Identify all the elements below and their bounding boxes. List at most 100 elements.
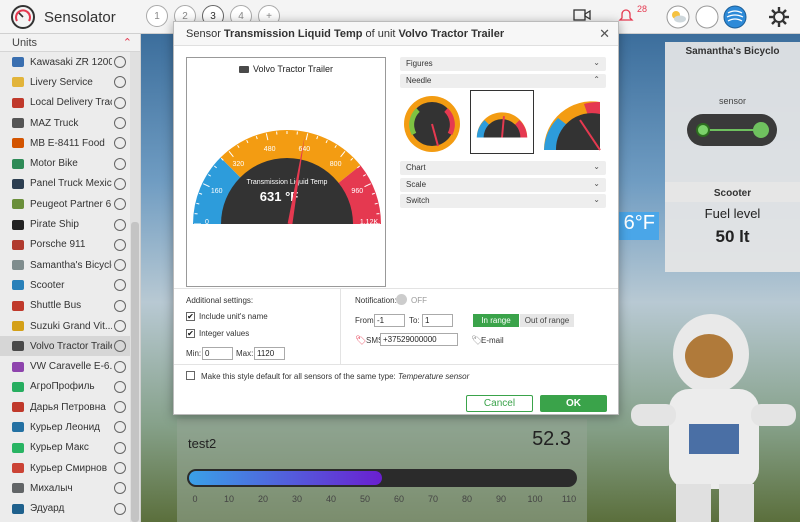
gauge-icon[interactable] — [114, 340, 126, 353]
unit-row[interactable]: Курьер Смирнов — [0, 458, 130, 478]
unit-name: Shuttle Bus — [30, 300, 82, 312]
unit-row[interactable]: Shuttle Bus — [0, 296, 130, 316]
unit-row[interactable]: Peugeot Partner 6... — [0, 194, 130, 214]
gauge-icon[interactable] — [114, 462, 126, 475]
unit-icon — [12, 97, 24, 108]
default-style-checkbox[interactable] — [186, 371, 195, 380]
gauge-scale-label: 320 — [233, 161, 245, 168]
figures-section[interactable]: Figures ⌄ — [400, 57, 606, 71]
unit-row[interactable]: MAZ Truck — [0, 113, 130, 133]
notification-icon[interactable] — [616, 6, 636, 26]
unit-row[interactable]: Дарья Петровна — [0, 397, 130, 417]
units-scrollbar[interactable] — [130, 52, 140, 522]
fuel-level-label: Fuel level — [704, 206, 761, 221]
units-header[interactable]: Units ⌃ — [0, 34, 140, 52]
gauge-icon[interactable] — [114, 117, 126, 130]
unit-icon — [12, 503, 24, 514]
weather-icon[interactable] — [666, 5, 690, 29]
preview-unit-name: Volvo Tractor Trailer — [252, 64, 334, 74]
gauge-icon[interactable] — [114, 441, 126, 454]
theme-icon[interactable] — [723, 5, 747, 29]
unit-row[interactable]: Курьер Макс — [0, 438, 130, 458]
unit-row[interactable]: Scooter — [0, 275, 130, 295]
gauge-icon[interactable] — [114, 421, 126, 434]
cancel-button[interactable]: Cancel — [466, 395, 533, 412]
sms-checkbox-icon[interactable]: 🏷 — [355, 335, 366, 346]
unit-name: Peugeot Partner 6... — [30, 198, 112, 210]
gauge-icon[interactable] — [114, 502, 126, 515]
step-1[interactable]: 1 — [146, 5, 168, 27]
units-title: Units — [12, 37, 38, 49]
sms-input[interactable]: +37529000000 — [380, 333, 458, 346]
needle-style-round[interactable] — [400, 90, 464, 154]
gauge-icon[interactable] — [114, 360, 126, 373]
bicycle-widget[interactable]: Samantha's Bicyclo sensor — [665, 42, 800, 202]
switch-section[interactable]: Switch ⌄ — [400, 194, 606, 208]
gauge-icon[interactable] — [114, 299, 126, 312]
blank-circle-icon[interactable] — [695, 5, 719, 29]
unit-name: Motor Bike — [30, 158, 78, 170]
max-input[interactable]: 1120 — [254, 347, 285, 360]
gauge-icon[interactable] — [114, 96, 126, 109]
gauge-icon[interactable] — [114, 320, 126, 332]
unit-icon — [12, 361, 24, 372]
gauge-icon[interactable] — [114, 198, 126, 211]
scale-section[interactable]: Scale ⌄ — [400, 178, 606, 192]
ok-button[interactable]: OK — [540, 395, 607, 412]
gauge-icon[interactable] — [114, 238, 126, 251]
unit-row[interactable]: Suzuki Grand Vit... — [0, 316, 130, 336]
units-scrollbar-thumb[interactable] — [131, 222, 139, 522]
app-name: Sensolator — [44, 9, 116, 26]
to-label: To: — [409, 316, 420, 325]
gauge-tick — [374, 202, 378, 205]
scale-label: Scale — [406, 180, 427, 189]
unit-row[interactable]: Samantha's Bicycle — [0, 255, 130, 275]
to-input[interactable]: 1 — [422, 314, 453, 327]
gauge-icon[interactable] — [114, 177, 126, 190]
unit-row[interactable]: Panel Truck Mexico — [0, 174, 130, 194]
unit-name: Local Delivery Track — [30, 97, 112, 109]
needle-style-quarter[interactable] — [540, 90, 604, 154]
gauge-icon[interactable] — [114, 380, 126, 393]
progress-tick: 10 — [223, 494, 235, 504]
from-input[interactable]: -1 — [374, 314, 405, 327]
gauge-icon[interactable] — [114, 279, 126, 292]
close-icon[interactable]: ✕ — [599, 26, 610, 42]
gauge-icon[interactable] — [114, 76, 126, 89]
unit-row[interactable]: Курьер Леонид — [0, 417, 130, 437]
unit-row[interactable]: VW Caravelle E-6... — [0, 356, 130, 376]
needle-section[interactable]: Needle ⌃ — [400, 74, 606, 88]
unit-row[interactable]: Михалыч — [0, 478, 130, 498]
collapse-chevron-icon[interactable]: ⌃ — [123, 36, 132, 49]
gauge-icon[interactable] — [114, 218, 126, 231]
include-units-name-checkbox[interactable]: ✔ — [186, 312, 195, 321]
unit-row[interactable]: MB E-8411 Food — [0, 133, 130, 153]
unit-row[interactable]: Kawasaki ZR 1200 — [0, 52, 130, 72]
min-input[interactable]: 0 — [202, 347, 233, 360]
gauge-icon[interactable] — [114, 137, 126, 150]
notification-toggle[interactable] — [396, 294, 407, 305]
gauge-icon[interactable] — [114, 259, 126, 272]
gauge-icon[interactable] — [114, 401, 126, 414]
out-of-range-button[interactable]: Out of range — [520, 314, 574, 327]
progress-widget[interactable]: test2 52.3 0 10 20 30 40 50 60 70 80 90 100 110 — [177, 419, 587, 522]
unit-row[interactable]: АгроПрофиль — [0, 377, 130, 397]
progress-tick: 110 — [561, 494, 577, 504]
gauge-icon[interactable] — [114, 56, 126, 69]
unit-row[interactable]: Volvo Tractor Trailer — [0, 336, 130, 357]
integer-values-checkbox[interactable]: ✔ — [186, 329, 195, 338]
unit-row[interactable]: Pirate Ship — [0, 214, 130, 234]
unit-row[interactable]: Livery Service — [0, 72, 130, 92]
needle-style-half[interactable] — [470, 90, 534, 154]
in-range-button[interactable]: In range — [473, 314, 519, 327]
gear-icon[interactable] — [767, 5, 791, 29]
unit-row[interactable]: Эдуард — [0, 499, 130, 519]
gauge-icon[interactable] — [114, 482, 126, 495]
gauge-icon[interactable] — [114, 157, 126, 170]
unit-row[interactable]: Porsche 911 — [0, 235, 130, 255]
chart-section[interactable]: Chart ⌄ — [400, 161, 606, 175]
unit-row[interactable]: Motor Bike — [0, 153, 130, 173]
unit-row[interactable]: Local Delivery Track — [0, 93, 130, 113]
scooter-widget[interactable]: Scooter Fuel level 50 lt — [665, 182, 800, 272]
unit-icon — [12, 483, 24, 494]
